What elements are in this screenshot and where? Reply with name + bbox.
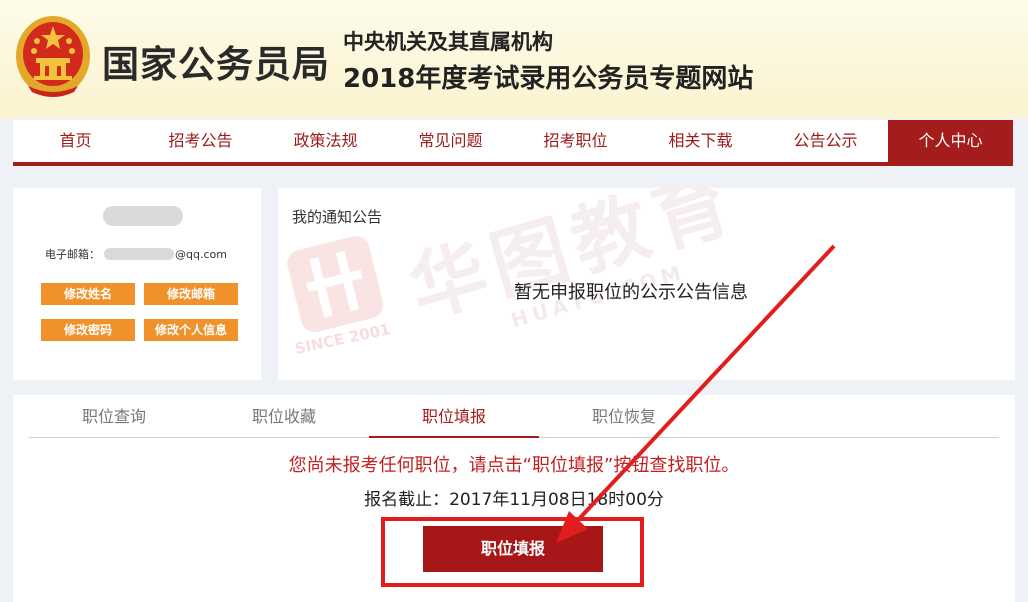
profile-panel: 电子邮箱： @qq.com 修改姓名 修改邮箱 修改密码 修改个人信息: [13, 188, 261, 380]
tab-position-favorites[interactable]: 职位收藏: [199, 395, 369, 438]
nav-item-home[interactable]: 首页: [13, 120, 138, 162]
site-subtitle: 中央机关及其直属机构: [343, 30, 553, 54]
notice-panel: 华图教育 HUATU.COM SINCE 2001 我的通知公告 暂无申报职位的…: [278, 188, 1015, 380]
edit-personal-info-button[interactable]: 修改个人信息: [144, 319, 238, 341]
nav-item-faq[interactable]: 常见问题: [388, 120, 513, 162]
site-header: 国家公务员局 中央机关及其直属机构 2018年度考试录用公务员专题网站: [0, 0, 1028, 118]
email-suffix: @qq.com: [175, 247, 227, 261]
edit-email-button[interactable]: 修改邮箱: [144, 283, 238, 305]
nav-item-personal-center[interactable]: 个人中心: [888, 120, 1013, 162]
notice-empty-message: 暂无申报职位的公示公告信息: [514, 282, 748, 303]
apply-position-button[interactable]: 职位填报: [423, 526, 603, 572]
email-label: 电子邮箱：: [45, 248, 100, 261]
no-application-message: 您尚未报考任何职位，请点击“职位填报”按钮查找职位。: [288, 455, 740, 476]
nav-item-downloads[interactable]: 相关下载: [638, 120, 763, 162]
tab-position-restore[interactable]: 职位恢复: [539, 395, 709, 438]
edit-name-button[interactable]: 修改姓名: [41, 283, 135, 305]
positions-tabs: 职位查询 职位收藏 职位填报 职位恢复: [29, 395, 999, 438]
user-name-redacted: [103, 206, 183, 226]
notice-title: 我的通知公告: [292, 208, 383, 226]
site-title: 2018年度考试录用公务员专题网站: [343, 64, 754, 94]
edit-password-button[interactable]: 修改密码: [41, 319, 135, 341]
registration-deadline: 报名截止：2017年11月08日18时00分: [364, 490, 664, 510]
nav-item-notices[interactable]: 公告公示: [763, 120, 888, 162]
email-redacted: [104, 248, 174, 260]
nav-item-announcements[interactable]: 招考公告: [138, 120, 263, 162]
nav-item-positions[interactable]: 招考职位: [513, 120, 638, 162]
email-row: 电子邮箱： @qq.com: [45, 246, 227, 262]
national-emblem-icon: [16, 16, 90, 97]
tab-position-search[interactable]: 职位查询: [29, 395, 199, 438]
tab-position-apply[interactable]: 职位填报: [369, 395, 539, 438]
nav-item-policies[interactable]: 政策法规: [263, 120, 388, 162]
agency-title: 国家公务员局: [102, 43, 330, 86]
main-nav: 首页 招考公告 政策法规 常见问题 招考职位 相关下载 公告公示 个人中心: [13, 120, 1013, 166]
